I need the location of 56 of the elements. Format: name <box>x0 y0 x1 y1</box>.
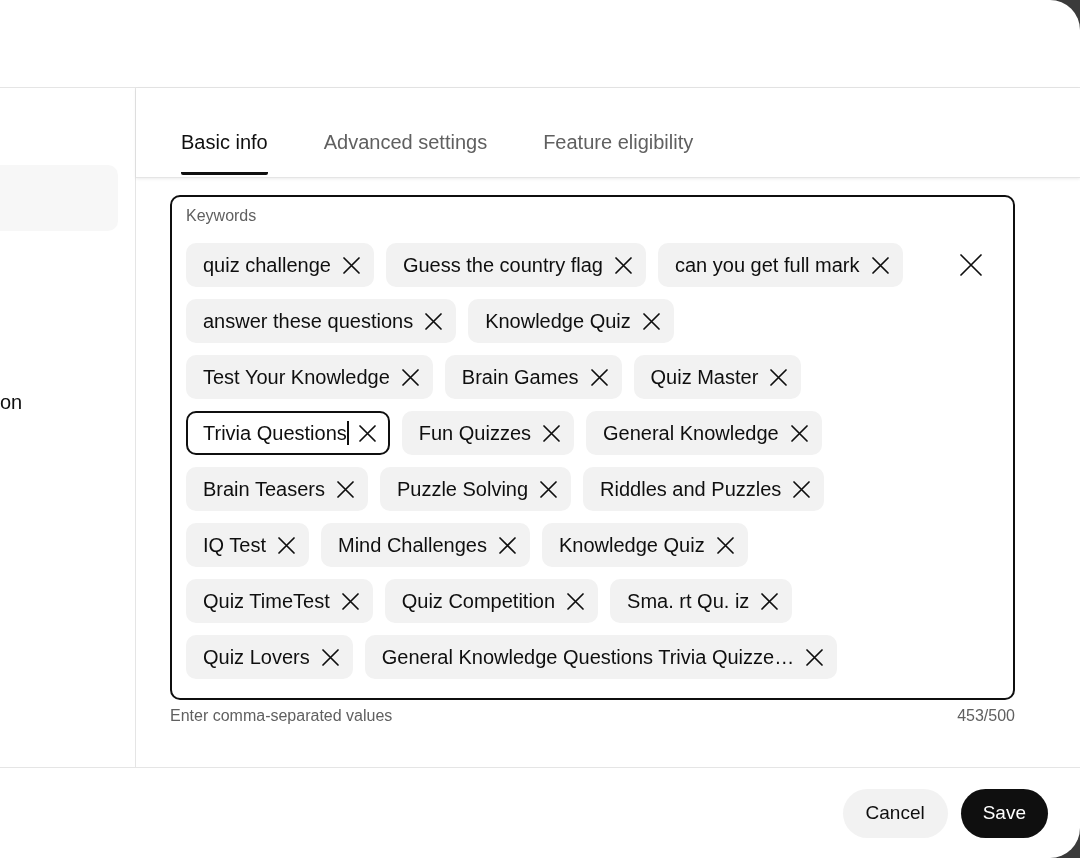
close-icon[interactable] <box>358 424 376 442</box>
keyword-chip[interactable]: IQ Test <box>186 523 309 567</box>
keyword-chip[interactable]: answer these questions <box>186 299 457 343</box>
close-icon[interactable] <box>341 592 359 610</box>
close-icon[interactable] <box>871 256 889 274</box>
sidebar-item[interactable]: on <box>0 390 23 414</box>
save-button[interactable]: Save <box>960 788 1048 838</box>
keyword-chip[interactable]: Test Your Knowledge <box>186 355 433 399</box>
close-icon[interactable] <box>567 592 585 610</box>
close-icon[interactable] <box>806 648 824 666</box>
keyword-chip[interactable]: General Knowledge <box>586 411 822 455</box>
keyword-chip[interactable]: Quiz Master <box>633 355 802 399</box>
cancel-button[interactable]: Cancel <box>842 788 948 838</box>
close-icon[interactable] <box>499 536 516 554</box>
keyword-chip[interactable]: Riddles and Puzzles <box>583 467 825 511</box>
close-icon[interactable] <box>278 536 295 554</box>
close-icon[interactable] <box>401 368 419 386</box>
close-icon[interactable] <box>716 536 734 554</box>
keyword-chip[interactable]: Quiz Lovers <box>186 635 353 679</box>
close-icon[interactable] <box>425 312 443 330</box>
close-icon[interactable] <box>540 480 558 498</box>
keyword-chip[interactable]: Knowledge Quiz <box>542 523 748 567</box>
close-icon[interactable] <box>336 480 354 498</box>
keyword-chip[interactable]: Trivia Questions <box>186 411 390 455</box>
tab[interactable]: Basic info <box>181 130 268 175</box>
field-label: Keywords <box>186 206 257 226</box>
keyword-chip[interactable]: Puzzle Solving <box>379 467 572 511</box>
keyword-chip[interactable]: Guess the country flag <box>385 243 646 287</box>
keyword-chip[interactable]: Brain Teasers <box>186 467 368 511</box>
keyword-chip[interactable]: General Knowledge Questions Trivia Quizze… <box>364 635 838 679</box>
close-icon[interactable] <box>590 368 608 386</box>
keyword-chip[interactable]: quiz challenge <box>186 243 374 287</box>
helper-text: Enter comma-separated values <box>170 706 393 726</box>
text-cursor-icon <box>346 421 349 445</box>
close-icon[interactable] <box>642 312 660 330</box>
keyword-chip[interactable]: can you get full mark <box>658 243 903 287</box>
close-icon[interactable] <box>793 480 811 498</box>
close-icon[interactable] <box>761 592 779 610</box>
keyword-chip[interactable]: Fun Quizzes <box>401 411 574 455</box>
close-icon[interactable] <box>543 424 560 442</box>
keyword-chip[interactable]: Brain Games <box>444 355 622 399</box>
close-icon[interactable] <box>615 256 632 274</box>
keyword-chip[interactable]: Sma. rt Qu. iz <box>610 579 793 623</box>
keyword-chip[interactable]: Mind Challenges <box>321 523 530 567</box>
keywords-field[interactable] <box>170 195 1015 700</box>
close-icon[interactable] <box>770 368 788 386</box>
character-count: 453/500 <box>957 706 1015 726</box>
close-icon[interactable] <box>342 256 360 274</box>
tab[interactable]: Feature eligibility <box>543 130 694 175</box>
keyword-chip[interactable]: Knowledge Quiz <box>468 299 674 343</box>
close-icon[interactable] <box>321 648 339 666</box>
close-icon[interactable] <box>790 424 808 442</box>
tab[interactable]: Advanced settings <box>323 130 488 175</box>
keyword-chip[interactable]: Quiz TimeTest <box>186 579 373 623</box>
keyword-chip[interactable]: Quiz Competition <box>384 579 599 623</box>
close-icon[interactable] <box>960 254 982 276</box>
